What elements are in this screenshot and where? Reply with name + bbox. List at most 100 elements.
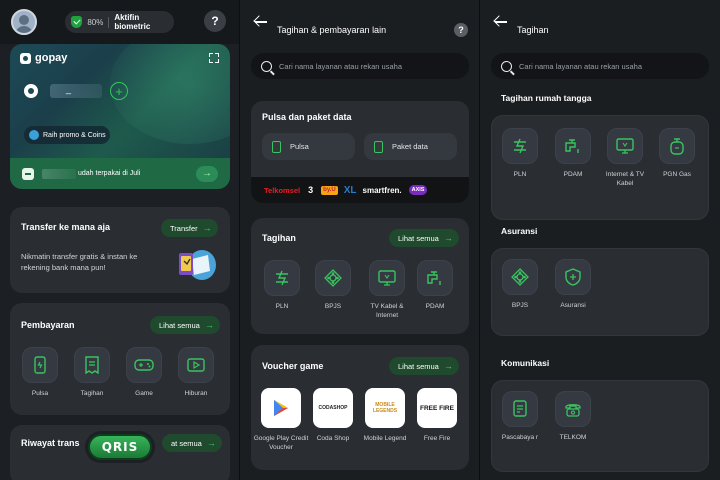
arrow-right-icon: → bbox=[202, 223, 212, 233]
back-arrow-icon[interactable] bbox=[254, 16, 268, 28]
pulsa-service[interactable]: Pulsa bbox=[22, 347, 58, 398]
service-label: Hiburan bbox=[184, 390, 208, 397]
coda-shop-logo: CODASHOP bbox=[313, 388, 353, 428]
back-arrow-icon[interactable] bbox=[494, 16, 508, 28]
service-label: PLN bbox=[275, 303, 289, 310]
section-title: Voucher game bbox=[262, 361, 324, 371]
page-title: Tagihan bbox=[517, 25, 549, 35]
biometric-label: Aktifin biometric bbox=[114, 13, 151, 31]
transfer-button-label: Transfer bbox=[170, 223, 198, 233]
voucher-label: Free Fire bbox=[423, 435, 451, 442]
riwayat-see-all-button[interactable]: at semua → bbox=[162, 434, 222, 452]
service-label: Pascabaya r bbox=[501, 434, 539, 441]
help-button[interactable]: ? bbox=[204, 10, 226, 32]
topup-plus-button[interactable]: + bbox=[110, 82, 128, 100]
search-bar[interactable]: Cari nama layanan atau rekan usaha bbox=[491, 53, 709, 79]
transfer-button[interactable]: Transfer → bbox=[161, 219, 218, 237]
bpjs-service[interactable]: BPJS bbox=[501, 259, 539, 310]
pln-service[interactable]: PLN bbox=[263, 260, 301, 311]
telkomsel-logo: Telkomsel bbox=[264, 185, 301, 195]
phone-icon bbox=[22, 347, 58, 383]
button-label: Paket data bbox=[392, 142, 428, 151]
service-label: Asuransi bbox=[560, 302, 586, 309]
spending-bar[interactable]: udah terpakai di Juli → bbox=[10, 158, 230, 189]
service-label: PGN Gas bbox=[663, 171, 691, 178]
pascabayar-service[interactable]: Pascabaya r bbox=[501, 391, 539, 442]
pulsa-button[interactable]: Pulsa bbox=[262, 133, 355, 160]
byu-logo: by.U bbox=[321, 185, 338, 195]
rumah-tangga-card: PLN PDAM Internet & TV Kabel PGN Gas bbox=[491, 115, 709, 220]
shield-check-icon bbox=[71, 16, 83, 28]
free-fire-logo: FREE FIRE bbox=[417, 388, 457, 428]
see-all-label: Lihat semua bbox=[159, 320, 200, 330]
expand-icon[interactable] bbox=[209, 53, 219, 63]
gas-cylinder-icon bbox=[659, 128, 695, 164]
section-title: Tagihan bbox=[262, 233, 296, 243]
avatar[interactable] bbox=[11, 9, 37, 35]
transfer-card[interactable]: Transfer ke mana aja Transfer → Nikmatin… bbox=[10, 207, 230, 293]
tagihan-card: Tagihan Lihat semua → PLN BPJS TV Kabel … bbox=[251, 218, 469, 334]
asuransi-card: BPJS Asuransi bbox=[491, 248, 709, 336]
service-label: PDAM bbox=[425, 303, 445, 310]
pgn-gas-service[interactable]: PGN Gas bbox=[658, 128, 696, 179]
game-service[interactable]: Game bbox=[126, 347, 162, 398]
see-all-label: at semua bbox=[171, 438, 202, 448]
promo-coins-pill[interactable]: Raih promo & Coins bbox=[24, 126, 110, 144]
gopay-card[interactable]: gopay _ + Raih promo & Coins udah terpak… bbox=[10, 44, 230, 189]
bpjs-service[interactable]: BPJS bbox=[314, 260, 352, 311]
telkom-service[interactable]: TELKOM bbox=[554, 391, 592, 442]
gopay-brand: gopay bbox=[35, 52, 68, 64]
home-topbar: 80% Aktifin biometric ? bbox=[0, 0, 239, 44]
tagihan-pembayaran-screen: Tagihan & pembayaran lain ? Cari nama la… bbox=[240, 0, 480, 480]
search-input[interactable]: Cari nama layanan atau rekan usaha bbox=[279, 62, 402, 71]
transfer-description: Nikmatin transfer gratis & instan ke rek… bbox=[21, 252, 138, 272]
riwayat-title: Riwayat trans bbox=[21, 438, 80, 448]
button-label: Pulsa bbox=[290, 142, 309, 151]
app-screens: 80% Aktifin biometric ? gopay _ + Raih p… bbox=[0, 0, 720, 480]
eye-icon[interactable] bbox=[24, 84, 38, 98]
gopay-mark-icon bbox=[20, 52, 31, 64]
transfer-illustration bbox=[179, 250, 216, 280]
section-title: Asuransi bbox=[501, 226, 538, 236]
coda-shop-voucher[interactable]: CODASHOP Coda Shop bbox=[305, 388, 361, 443]
divider bbox=[108, 16, 110, 28]
pln-service[interactable]: PLN bbox=[501, 128, 539, 179]
search-icon bbox=[261, 60, 272, 72]
service-label: PLN bbox=[513, 171, 527, 178]
pembayaran-see-all-button[interactable]: Lihat semua → bbox=[150, 316, 220, 334]
paket-data-button[interactable]: Paket data bbox=[364, 133, 457, 160]
see-all-label: Lihat semua bbox=[398, 361, 439, 371]
internet-tv-service[interactable]: Internet & TV Kabel bbox=[604, 128, 646, 188]
tagihan-see-all-button[interactable]: Lihat semua → bbox=[389, 229, 459, 247]
header: Tagihan & pembayaran lain ? bbox=[240, 0, 479, 44]
arrow-right-icon: → bbox=[206, 438, 216, 448]
free-fire-voucher[interactable]: FREE FIRE Free Fire bbox=[409, 388, 465, 443]
mobile-legend-voucher[interactable]: MOBILE LEGENDS Mobile Legend bbox=[357, 388, 413, 443]
home-screen: 80% Aktifin biometric ? gopay _ + Raih p… bbox=[0, 0, 240, 480]
telephone-icon bbox=[555, 391, 591, 427]
tv-icon bbox=[369, 260, 405, 296]
google-play-voucher[interactable]: Google Play Credit Voucher bbox=[253, 388, 309, 452]
service-label: TV Kabel & Internet bbox=[370, 303, 404, 319]
promo-label: Raih promo & Coins bbox=[43, 131, 106, 139]
see-all-label: Lihat semua bbox=[398, 233, 439, 243]
tv-kabel-service[interactable]: TV Kabel & Internet bbox=[364, 260, 410, 320]
hiburan-service[interactable]: Hiburan bbox=[178, 347, 214, 398]
pdam-service[interactable]: PDAM bbox=[554, 128, 592, 179]
search-bar[interactable]: Cari nama layanan atau rekan usaha bbox=[251, 53, 469, 79]
arrow-right-icon: → bbox=[204, 320, 214, 330]
phone-icon bbox=[374, 140, 383, 153]
spending-arrow-button[interactable]: → bbox=[196, 165, 218, 182]
tagihan-service[interactable]: Tagihan bbox=[74, 347, 110, 398]
help-button[interactable]: ? bbox=[454, 23, 468, 37]
biometric-pill[interactable]: 80% Aktifin biometric bbox=[65, 11, 174, 33]
axis-logo: AXIS bbox=[408, 185, 428, 195]
voucher-see-all-button[interactable]: Lihat semua → bbox=[389, 357, 459, 375]
service-label: Game bbox=[135, 390, 153, 397]
pdam-service[interactable]: PDAM bbox=[416, 260, 454, 311]
asuransi-service[interactable]: Asuransi bbox=[554, 259, 592, 310]
search-input[interactable]: Cari nama layanan atau rekan usaha bbox=[519, 62, 642, 71]
arrow-right-icon: → bbox=[443, 361, 453, 371]
qris-button[interactable]: QRIS bbox=[88, 434, 152, 460]
service-label: Internet & TV Kabel bbox=[605, 171, 645, 187]
